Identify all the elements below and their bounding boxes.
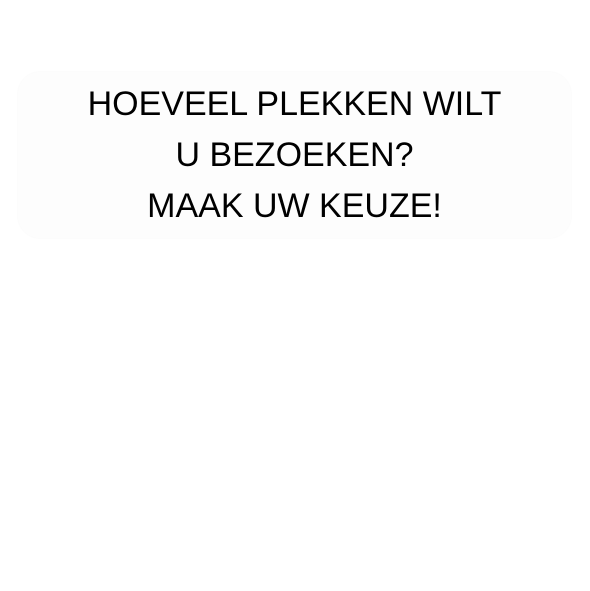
prompt-line-3: MAAK UW KEUZE! — [147, 186, 442, 225]
prompt-text: HOEVEEL PLEKKEN WILT U BEZOEKEN? MAAK UW… — [88, 79, 502, 232]
prompt-line-1: HOEVEEL PLEKKEN WILT — [87, 84, 502, 123]
prompt-card: HOEVEEL PLEKKEN WILT U BEZOEKEN? MAAK UW… — [18, 72, 571, 238]
prompt-line-2: U BEZOEKEN? — [175, 135, 414, 174]
page: HOEVEEL PLEKKEN WILT U BEZOEKEN? MAAK UW… — [0, 0, 590, 591]
